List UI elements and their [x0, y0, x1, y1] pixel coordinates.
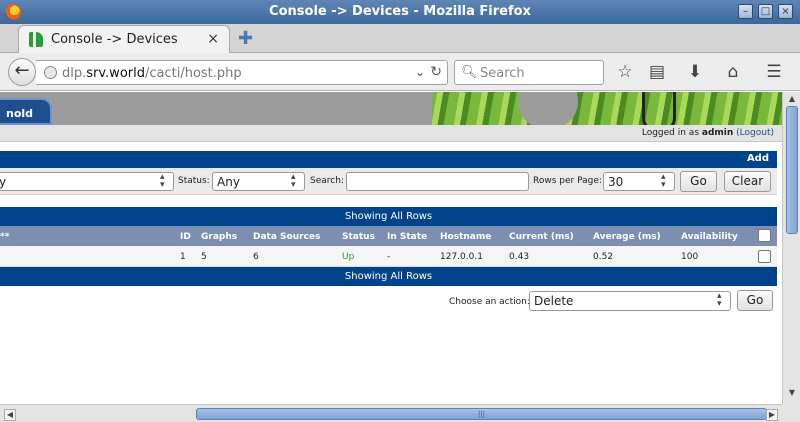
col-in-state[interactable]: In State — [387, 232, 427, 242]
table-row[interactable]: 1 5 6 Up - 127.0.0.1 0.43 0.52 100 — [0, 246, 777, 267]
clipboard-icon[interactable]: ▤ — [646, 62, 668, 82]
close-window-button[interactable]: × — [778, 4, 793, 19]
cell-status: Up — [342, 252, 355, 262]
select-spinner-icon: ▴ ▾ — [160, 172, 165, 190]
minimize-button[interactable]: – — [738, 4, 753, 19]
login-user: admin — [701, 128, 734, 138]
tab-close-icon[interactable]: × — [207, 31, 219, 47]
col-description[interactable]: ** — [0, 232, 9, 242]
download-icon[interactable]: ⬇ — [684, 62, 706, 82]
search-input[interactable] — [346, 172, 529, 191]
star-icon[interactable]: ☆ — [614, 62, 636, 82]
showing-rows-top: Showing All Rows — [0, 207, 777, 226]
row-checkbox[interactable] — [758, 250, 771, 263]
logout-link[interactable]: (Logout) — [736, 128, 774, 138]
search-icon: 🔍︎ — [461, 65, 478, 80]
url-dropdown-icon[interactable]: ⌄ — [415, 65, 425, 79]
cell-data-sources: 6 — [253, 252, 259, 262]
scroll-down-icon[interactable]: ▼ — [786, 388, 798, 400]
navigation-bar: dlp.srv.world/cacti/host.php ⌄ ↻ ← 🔍︎ Se… — [0, 53, 800, 91]
vertical-scroll-thumb[interactable] — [786, 106, 798, 234]
login-prefix: Logged in as — [641, 128, 700, 138]
col-average[interactable]: Average (ms) — [593, 232, 661, 242]
choose-action-label: Choose an action: — [449, 297, 530, 307]
scrollbar-corner — [782, 404, 800, 422]
vertical-scrollbar[interactable]: ▲ ▼ — [782, 92, 800, 404]
rows-per-page-label: Rows per Page: — [533, 176, 602, 186]
table-header: ** ID Graphs Data Sources Status In Stat… — [0, 226, 777, 246]
go-button[interactable]: Go — [680, 171, 717, 192]
search-bar[interactable]: 🔍︎ Search — [454, 60, 604, 85]
menu-icon[interactable]: ☰ — [763, 62, 785, 82]
search-label: Search: — [310, 176, 344, 186]
home-icon[interactable]: ⌂ — [722, 62, 744, 82]
tab-strip: Console -> Devices × ✚ — [0, 24, 800, 53]
status-select[interactable]: Any ▴ ▾ — [212, 172, 305, 191]
cell-id: 1 — [180, 252, 186, 262]
select-spinner-icon: ▴ ▾ — [291, 172, 296, 190]
url-bar[interactable]: dlp.srv.world/cacti/host.php ⌄ ↻ — [36, 60, 448, 85]
cell-graphs: 5 — [201, 252, 207, 262]
scroll-left-icon[interactable]: ◀ — [4, 409, 16, 421]
back-button[interactable]: ← — [8, 58, 36, 86]
horizontal-scrollbar[interactable]: ◀ ||| ▶ — [0, 404, 782, 422]
col-availability[interactable]: Availability — [681, 232, 738, 242]
rows-per-page-select[interactable]: 30 ▴ ▾ — [603, 172, 675, 191]
col-current[interactable]: Current (ms) — [509, 232, 574, 242]
col-graphs[interactable]: Graphs — [201, 232, 237, 242]
filter-bar: y ▴ ▾ Status: Any ▴ ▾ Search: Rows per Pag… — [0, 168, 777, 195]
login-bar: Logged in as admin (Logout) — [0, 125, 782, 142]
cacti-banner: nold — [0, 92, 782, 125]
action-select[interactable]: Delete ▴ ▾ — [529, 291, 731, 311]
cacti-logo-image — [432, 92, 782, 125]
col-id[interactable]: ID — [180, 232, 191, 242]
col-status[interactable]: Status — [342, 232, 375, 242]
reload-icon[interactable]: ↻ — [430, 64, 442, 80]
action-go-button[interactable]: Go — [737, 290, 773, 311]
new-tab-icon[interactable]: ✚ — [238, 28, 253, 49]
cacti-favicon-icon — [29, 32, 43, 47]
clear-button[interactable]: Clear — [724, 171, 771, 192]
template-select[interactable]: y ▴ ▾ — [0, 172, 174, 191]
scroll-up-icon[interactable]: ▲ — [786, 94, 798, 106]
cell-current: 0.43 — [509, 252, 530, 262]
scroll-right-icon[interactable]: ▶ — [766, 409, 778, 421]
status-label: Status: — [178, 176, 210, 186]
cell-availability: 100 — [681, 252, 699, 262]
tab-label: Console -> Devices — [51, 32, 178, 47]
globe-icon — [44, 66, 57, 79]
tab-console-devices[interactable]: Console -> Devices × — [18, 25, 230, 53]
page-viewport: nold Logged in as admin (Logout) Add y ▴… — [0, 92, 782, 404]
horizontal-scroll-thumb[interactable]: ||| — [196, 408, 767, 420]
col-data-sources[interactable]: Data Sources — [253, 232, 320, 242]
devices-header-bar: Add — [0, 151, 777, 168]
search-placeholder: Search — [480, 66, 525, 81]
cell-in-state: - — [387, 252, 391, 262]
select-all-checkbox[interactable] — [758, 229, 771, 242]
window-titlebar: Console -> Devices - Mozilla Firefox – □… — [0, 0, 800, 24]
cell-hostname: 127.0.0.1 — [440, 252, 483, 262]
select-spinner-icon: ▴ ▾ — [717, 291, 722, 309]
window-title: Console -> Devices - Mozilla Firefox — [269, 4, 531, 19]
cell-average: 0.52 — [593, 252, 614, 262]
showing-rows-bottom: Showing All Rows — [0, 267, 777, 286]
maximize-button[interactable]: □ — [758, 4, 773, 19]
col-hostname[interactable]: Hostname — [440, 232, 491, 242]
url-text: dlp.srv.world/cacti/host.php — [62, 66, 242, 81]
console-tab[interactable]: nold — [0, 98, 52, 125]
action-bar: Choose an action: Delete ▴ ▾ Go — [0, 286, 777, 316]
select-spinner-icon: ▴ ▾ — [661, 172, 666, 190]
add-device-link[interactable]: Add — [747, 153, 769, 164]
